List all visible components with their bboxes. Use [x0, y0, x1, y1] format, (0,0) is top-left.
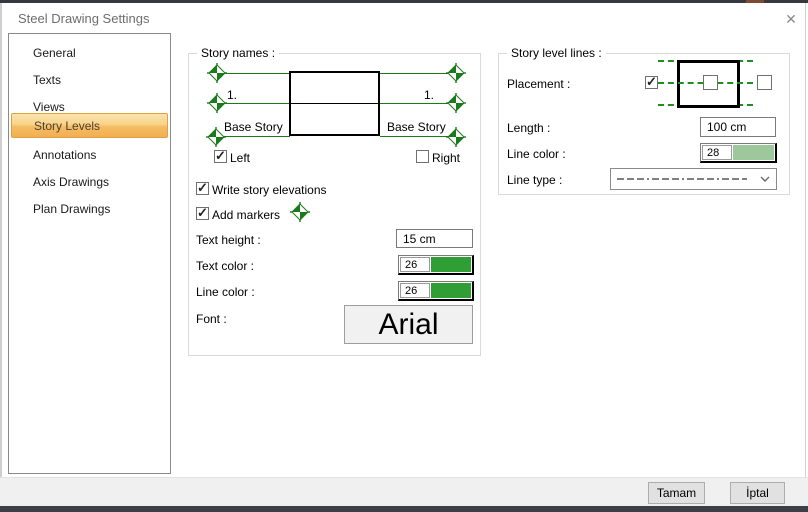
write-story-elevations-checkbox[interactable] [196, 182, 209, 195]
story1-label-right: 1. [424, 88, 434, 102]
right-checkbox[interactable] [416, 150, 429, 163]
font-button[interactable]: Arial [344, 305, 473, 344]
placement-label: Placement : [507, 77, 570, 91]
settings-category-list: General Texts Views Story Levels Annotat… [8, 33, 171, 474]
story-line-base-left [217, 136, 290, 137]
level-line-color-index[interactable]: 28 [702, 145, 732, 160]
line-color-swatch[interactable] [431, 283, 471, 298]
sidebar-item-story-levels[interactable]: Story Levels [11, 113, 168, 138]
story-line-mid-left [217, 103, 290, 104]
chevron-down-icon [760, 176, 770, 182]
right-checkbox-label[interactable]: Right [432, 151, 460, 165]
line-color-label: Line color : [196, 285, 255, 299]
elevation-marker-icon [446, 63, 466, 83]
sidebar-item-plan-drawings[interactable]: Plan Drawings [11, 197, 168, 222]
sidebar-item-axis-drawings[interactable]: Axis Drawings [11, 170, 168, 195]
story1-label-left: 1. [227, 88, 237, 102]
text-color-label: Text color : [196, 259, 254, 273]
add-markers-label[interactable]: Add markers [212, 208, 280, 222]
dialog-border-left [0, 3, 2, 506]
text-color-swatch[interactable] [431, 257, 471, 272]
left-checkbox[interactable] [214, 150, 227, 163]
elevation-marker-icon [206, 127, 226, 147]
placement-left-checkbox[interactable] [645, 76, 658, 89]
add-markers-checkbox[interactable] [196, 207, 209, 220]
elevation-marker-icon [207, 93, 227, 113]
sidebar-item-texts[interactable]: Texts [11, 68, 168, 93]
write-story-elevations-label[interactable]: Write story elevations [212, 183, 327, 197]
story-line-top-left [217, 73, 290, 74]
building-outline [289, 71, 380, 136]
sidebar-item-annotations[interactable]: Annotations [11, 143, 168, 168]
text-height-input[interactable]: 15 cm [396, 229, 473, 248]
story-level-lines-group-label: Story level lines : [507, 46, 606, 60]
sidebar-item-general[interactable]: General [11, 41, 168, 66]
line-color-picker[interactable]: 26 [398, 281, 474, 301]
close-icon[interactable]: ✕ [780, 9, 802, 29]
left-checkbox-label[interactable]: Left [230, 151, 250, 165]
screen-edge-bottom [0, 506, 808, 512]
placement-middle-checkbox[interactable] [703, 75, 718, 90]
length-label: Length : [507, 121, 550, 135]
length-input[interactable]: 100 cm [700, 117, 776, 137]
level-line-color-label: Line color : [507, 147, 566, 161]
font-label: Font : [196, 312, 227, 326]
base-story-label-left: Base Story [224, 120, 283, 134]
text-height-label: Text height : [196, 233, 261, 247]
line-type-label: Line type : [507, 173, 562, 187]
steel-drawing-settings-dialog: Steel Drawing Settings ✕ General Texts V… [0, 0, 808, 512]
window-title: Steel Drawing Settings [18, 11, 150, 26]
story-line-top-right [380, 73, 448, 74]
level-line-color-swatch[interactable] [733, 145, 774, 160]
base-story-label-right: Base Story [387, 120, 446, 134]
level-line-color-picker[interactable]: 28 [700, 143, 777, 163]
story-line-base-right [380, 136, 448, 137]
line-color-index[interactable]: 26 [400, 283, 430, 298]
placement-right-checkbox[interactable] [757, 75, 772, 90]
dashed-line-preview [617, 176, 754, 182]
elevation-marker-icon [446, 127, 466, 147]
cancel-button[interactable]: İptal [730, 482, 785, 504]
title-bar: Steel Drawing Settings ✕ [2, 3, 805, 32]
dialog-footer: Tamam İptal [0, 477, 808, 506]
story-line-mid-right [380, 103, 448, 104]
text-color-index[interactable]: 26 [400, 257, 430, 272]
elevation-marker-icon [207, 63, 227, 83]
line-type-dropdown[interactable] [610, 168, 777, 190]
story-names-group-label: Story names : [197, 46, 279, 60]
dialog-border-right [805, 3, 806, 477]
ok-button[interactable]: Tamam [648, 482, 705, 504]
text-color-picker[interactable]: 26 [398, 255, 474, 275]
elevation-marker-icon [290, 202, 310, 222]
elevation-marker-icon [446, 93, 466, 113]
